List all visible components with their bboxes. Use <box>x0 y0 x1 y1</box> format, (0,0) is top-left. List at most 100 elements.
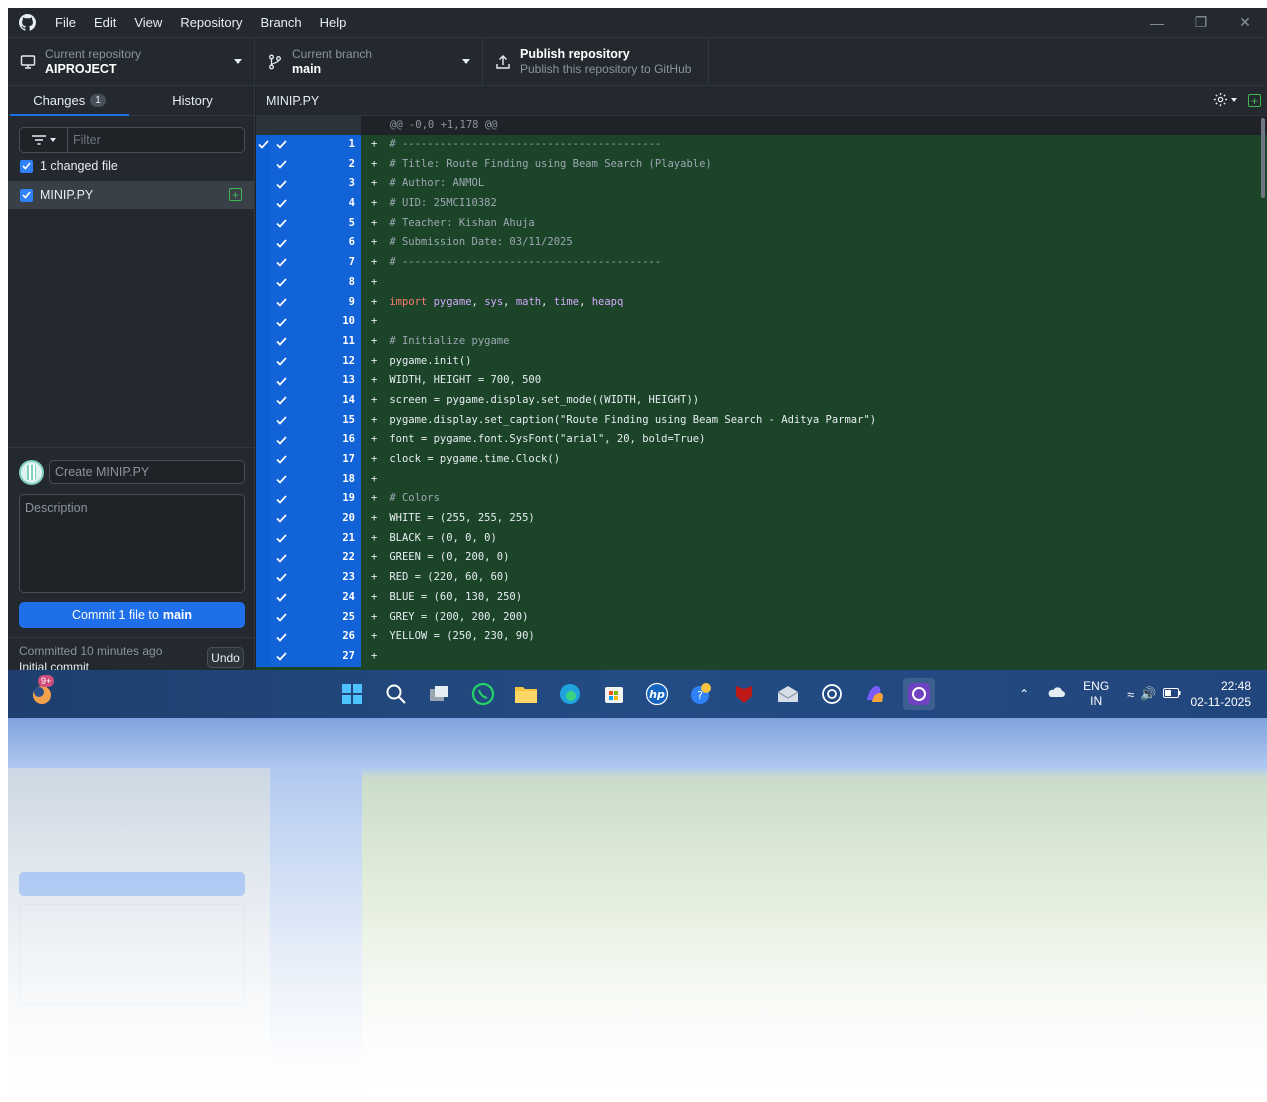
diff-line[interactable]: 3 + # Author: ANMOL <box>256 174 1267 195</box>
filter-options-button[interactable] <box>20 128 68 152</box>
volume-icon[interactable]: 🔊 <box>1140 686 1156 702</box>
diff-settings-button[interactable] <box>1213 92 1237 107</box>
menu-edit[interactable]: Edit <box>85 15 125 30</box>
restore-button[interactable]: ❐ <box>1179 8 1223 37</box>
diff-line[interactable]: 24 + BLUE = (60, 130, 250) <box>256 587 1267 608</box>
line-select-marker[interactable] <box>256 528 270 549</box>
line-check-icon[interactable] <box>270 469 292 490</box>
commit-summary-input[interactable] <box>49 460 245 484</box>
store-icon[interactable] <box>598 678 630 710</box>
line-check-icon[interactable] <box>270 292 292 313</box>
diff-line[interactable]: 2 + # Title: Route Finding using Beam Sear… <box>256 154 1267 175</box>
clock[interactable]: 22:48 02-11-2025 <box>1191 678 1252 710</box>
scrollbar[interactable] <box>1261 118 1265 198</box>
diff-line[interactable]: 13 + WIDTH, HEIGHT = 700, 500 <box>256 371 1267 391</box>
line-check-icon[interactable] <box>270 331 292 352</box>
diff-line[interactable]: 9 + import pygame, sys, math, time, heapq <box>256 292 1267 313</box>
line-check-icon[interactable] <box>270 568 292 588</box>
hp-icon[interactable]: hp <box>641 678 673 710</box>
commit-description-input[interactable] <box>19 494 245 593</box>
line-select-marker[interactable] <box>256 469 270 490</box>
line-check-icon[interactable] <box>270 194 292 214</box>
diff-line[interactable]: 6 + # Submission Date: 03/11/2025 <box>256 233 1267 254</box>
current-branch-button[interactable]: Current branch main <box>255 38 483 86</box>
chatgpt-icon[interactable] <box>816 678 848 710</box>
minimize-button[interactable]: — <box>1135 8 1179 37</box>
line-select-marker[interactable] <box>256 607 270 628</box>
diff-line[interactable]: 27 + <box>256 646 1267 667</box>
file-checkbox[interactable] <box>20 188 33 202</box>
copilot-icon[interactable] <box>859 678 891 710</box>
line-check-icon[interactable] <box>270 174 292 195</box>
language-indicator[interactable]: ENG IN <box>1083 679 1109 709</box>
diff-line[interactable]: 10 + <box>256 312 1267 332</box>
diff-line[interactable]: 17 + clock = pygame.time.Clock() <box>256 450 1267 470</box>
line-select-marker[interactable] <box>256 509 270 529</box>
commit-button[interactable]: Commit 1 file to main <box>19 602 245 628</box>
filter-input[interactable] <box>68 128 244 152</box>
menu-repository[interactable]: Repository <box>171 15 251 30</box>
diff-line[interactable]: 20 + WHITE = (255, 255, 255) <box>256 509 1267 529</box>
diff-line[interactable]: 14 + screen = pygame.display.set_mode((WID… <box>256 390 1267 411</box>
line-select-marker[interactable] <box>256 154 270 175</box>
line-check-icon[interactable] <box>270 430 292 450</box>
diff-line[interactable]: 19 + # Colors <box>256 489 1267 510</box>
wifi-icon[interactable]: ≈ <box>1127 687 1134 702</box>
line-select-marker[interactable] <box>256 351 270 372</box>
line-check-icon[interactable] <box>270 587 292 608</box>
search-icon[interactable] <box>380 678 412 710</box>
line-check-icon[interactable] <box>270 253 292 273</box>
line-check-icon[interactable] <box>270 154 292 175</box>
line-check-icon[interactable] <box>270 528 292 549</box>
line-select-marker[interactable] <box>256 213 270 234</box>
menu-branch[interactable]: Branch <box>251 15 310 30</box>
line-check-icon[interactable] <box>270 646 292 667</box>
menu-help[interactable]: Help <box>311 15 356 30</box>
line-select-marker[interactable] <box>256 548 270 569</box>
line-select-marker[interactable] <box>256 194 270 214</box>
line-select-marker[interactable] <box>256 390 270 411</box>
line-select-marker[interactable] <box>256 135 270 155</box>
line-select-marker[interactable] <box>256 174 270 195</box>
diff-line[interactable]: 22 + GREEN = (0, 200, 0) <box>256 548 1267 569</box>
undo-button[interactable]: Undo <box>207 647 244 668</box>
whatsapp-icon[interactable] <box>467 678 499 710</box>
line-select-marker[interactable] <box>256 489 270 510</box>
line-check-icon[interactable] <box>270 233 292 254</box>
menu-file[interactable]: File <box>46 15 85 30</box>
line-check-icon[interactable] <box>270 213 292 234</box>
mcafee-icon[interactable] <box>728 678 760 710</box>
line-check-icon[interactable] <box>270 371 292 391</box>
diff-line[interactable]: 4 + # UID: 25MCI10382 <box>256 194 1267 214</box>
diff-line[interactable]: 5 + # Teacher: Kishan Ahuja <box>256 213 1267 234</box>
line-check-icon[interactable] <box>270 312 292 332</box>
line-check-icon[interactable] <box>270 607 292 628</box>
select-all-checkbox[interactable] <box>20 159 33 173</box>
line-check-icon[interactable] <box>270 548 292 569</box>
line-select-marker[interactable] <box>256 312 270 332</box>
publish-repository-button[interactable]: Publish repository Publish this reposito… <box>483 38 709 86</box>
help-icon[interactable]: ? <box>685 678 717 710</box>
line-select-marker[interactable] <box>256 627 270 647</box>
line-select-marker[interactable] <box>256 410 270 431</box>
line-select-marker[interactable] <box>256 292 270 313</box>
changed-file-item[interactable]: MINIP.PY + <box>8 181 254 209</box>
line-select-marker[interactable] <box>256 253 270 273</box>
diff-line[interactable]: 8 + <box>256 272 1267 293</box>
line-select-marker[interactable] <box>256 272 270 293</box>
diff-line[interactable]: 25 + GREY = (200, 200, 200) <box>256 607 1267 628</box>
edge-icon[interactable] <box>554 678 586 710</box>
diff-line[interactable]: 12 + pygame.init() <box>256 351 1267 372</box>
chevron-up-icon[interactable]: ⌃ <box>1019 687 1029 701</box>
tab-history[interactable]: History <box>131 86 254 115</box>
line-select-marker[interactable] <box>256 568 270 588</box>
line-check-icon[interactable] <box>270 135 292 155</box>
file-explorer-icon[interactable] <box>510 678 542 710</box>
mail-icon[interactable] <box>772 678 804 710</box>
line-check-icon[interactable] <box>270 509 292 529</box>
line-check-icon[interactable] <box>270 410 292 431</box>
line-select-marker[interactable] <box>256 587 270 608</box>
line-select-marker[interactable] <box>256 371 270 391</box>
line-select-marker[interactable] <box>256 450 270 470</box>
line-check-icon[interactable] <box>270 489 292 510</box>
